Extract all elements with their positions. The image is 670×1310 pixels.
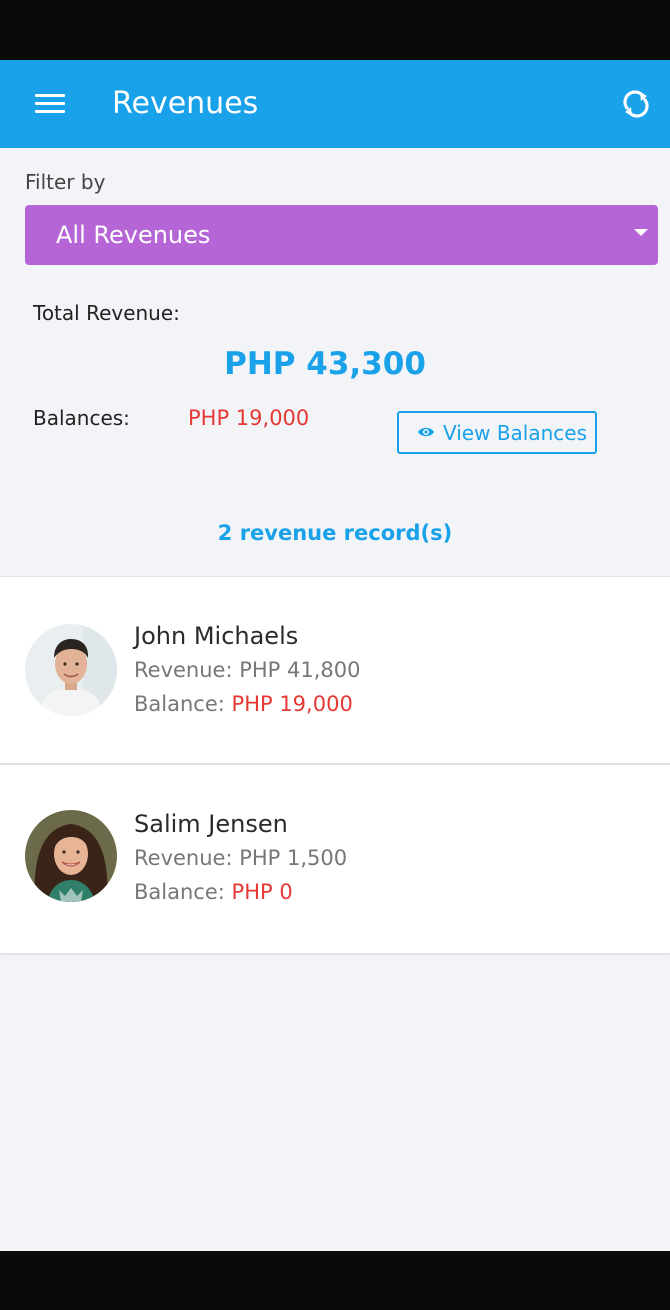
refresh-icon [623, 90, 649, 118]
revenue-value: PHP 41,800 [239, 658, 361, 682]
balance-label: Balance: [134, 880, 225, 904]
revenue-label: Revenue: [134, 658, 233, 682]
filter-label: Filter by [25, 170, 106, 194]
records-count: 2 revenue record(s) [217, 521, 453, 545]
eye-icon [418, 427, 434, 437]
status-bar [0, 0, 670, 60]
balances-label: Balances: [33, 406, 130, 430]
view-balances-label: View Balances [443, 421, 588, 445]
app-bar: Revenues [0, 60, 670, 148]
revenue-record-item[interactable]: John Michaels Revenue: PHP 41,800 Balanc… [0, 576, 670, 764]
avatar [25, 810, 117, 902]
balances-value: PHP 19,000 [188, 406, 310, 430]
system-navigation-bar [0, 1251, 670, 1310]
balance-value: PHP 0 [231, 880, 293, 904]
page-title: Revenues [112, 86, 259, 121]
total-revenue-value: PHP 43,300 [224, 346, 426, 382]
filter-selected-value: All Revenues [56, 221, 211, 249]
avatar [25, 624, 117, 716]
revenue-label: Revenue: [134, 846, 233, 870]
record-balance: Balance: PHP 19,000 [134, 692, 353, 716]
refresh-button[interactable] [614, 82, 658, 126]
balance-value: PHP 19,000 [231, 692, 353, 716]
record-name: Salim Jensen [134, 810, 288, 838]
total-revenue-label: Total Revenue: [33, 301, 180, 325]
filter-select[interactable]: All Revenues [25, 205, 658, 265]
view-balances-button[interactable]: View Balances [397, 411, 597, 454]
caret-down-icon [634, 229, 648, 236]
record-revenue: Revenue: PHP 41,800 [134, 658, 361, 682]
revenue-value: PHP 1,500 [239, 846, 348, 870]
balance-label: Balance: [134, 692, 225, 716]
record-revenue: Revenue: PHP 1,500 [134, 846, 347, 870]
revenue-record-item[interactable]: Salim Jensen Revenue: PHP 1,500 Balance:… [0, 764, 670, 954]
record-name: John Michaels [134, 622, 299, 650]
record-balance: Balance: PHP 0 [134, 880, 293, 904]
menu-button[interactable] [24, 82, 76, 126]
